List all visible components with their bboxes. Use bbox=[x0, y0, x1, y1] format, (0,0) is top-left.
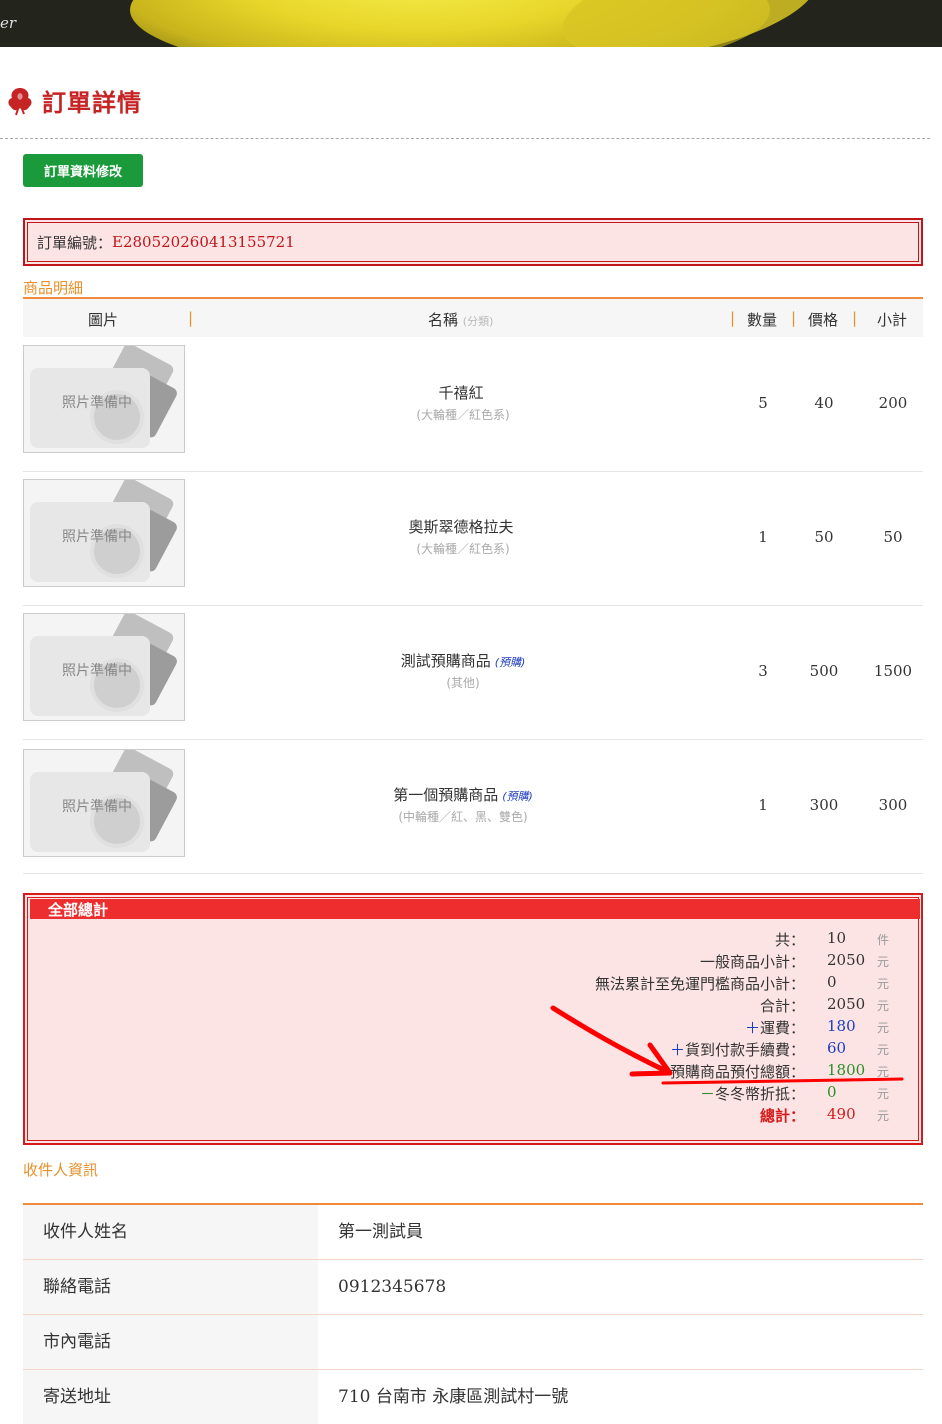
col-separator: | bbox=[188, 309, 194, 327]
totals-box: 全部總計 共： 10 件 一般商品小計： 2050 元 無法累計至免運門檻商品小計： 0 元… bbox=[23, 893, 923, 1145]
col-separator: | bbox=[791, 309, 797, 327]
total-line-general-subtotal: 一般商品小計： 2050 元 bbox=[699, 951, 890, 971]
products-section-label: 商品明細 bbox=[23, 279, 84, 297]
product-row: 照片準備中 奧斯翠德格拉夫 (大輪種／紅色系) 1 50 50 bbox=[23, 471, 923, 606]
product-category: (中輪種／紅、黑、雙色) bbox=[398, 810, 528, 824]
order-number: E280520260413155721 bbox=[112, 233, 295, 251]
product-category: (大輪種／紅色系) bbox=[416, 408, 510, 422]
recipient-section-label: 收件人資訊 bbox=[23, 1161, 99, 1179]
col-subtotal: 小計 bbox=[877, 311, 908, 329]
banner-text: er bbox=[0, 14, 17, 32]
product-name[interactable]: 第一個預購商品 (預購) bbox=[263, 784, 663, 805]
product-price: 300 bbox=[809, 796, 839, 814]
product-name[interactable]: 測試預購商品 (預購) bbox=[263, 650, 663, 671]
total-line-coin-discount: －冬冬幣折抵： 0 元 bbox=[699, 1083, 890, 1103]
product-row: 照片準備中 千禧紅 (大輪種／紅色系) 5 40 200 bbox=[23, 337, 923, 472]
product-image-placeholder[interactable]: 照片準備中 bbox=[23, 479, 185, 587]
product-image-placeholder[interactable]: 照片準備中 bbox=[23, 749, 185, 857]
product-row: 照片準備中 第一個預購商品 (預購) (中輪種／紅、黑、雙色) 1 300 300 bbox=[23, 739, 923, 874]
recipient-row-landline: 市內電話 bbox=[23, 1315, 923, 1370]
rose-icon bbox=[8, 88, 32, 116]
total-line-shipping: ＋運費： 180 元 bbox=[744, 1017, 890, 1037]
edit-order-button[interactable]: 訂單資料修改 bbox=[23, 154, 143, 187]
product-qty: 5 bbox=[758, 394, 768, 412]
total-line-count: 共： 10 件 bbox=[774, 929, 890, 949]
col-image: 圖片 bbox=[88, 311, 119, 329]
total-line-grand-total: 總計： 490 元 bbox=[759, 1105, 890, 1125]
product-row: 照片準備中 測試預購商品 (預購) (其他) 3 500 1500 bbox=[23, 605, 923, 740]
page-title-row: 訂單詳情 bbox=[4, 82, 142, 118]
product-category: (其他) bbox=[446, 676, 480, 690]
page-title: 訂單詳情 bbox=[42, 88, 142, 117]
product-subtotal: 50 bbox=[883, 528, 903, 546]
col-separator: | bbox=[852, 309, 858, 327]
product-name[interactable]: 千禧紅 bbox=[263, 382, 663, 403]
product-qty: 3 bbox=[758, 662, 768, 680]
product-price: 40 bbox=[814, 394, 834, 412]
product-qty: 1 bbox=[758, 796, 768, 814]
recipient-row-name: 收件人姓名 第一測試員 bbox=[23, 1205, 923, 1260]
order-number-box: 訂單編號： E280520260413155721 bbox=[23, 218, 923, 266]
product-price: 500 bbox=[809, 662, 839, 680]
total-line-sum: 合計： 2050 元 bbox=[759, 995, 890, 1015]
total-line-no-free-shipping-subtotal: 無法累計至免運門檻商品小計： 0 元 bbox=[594, 973, 890, 993]
total-line-cod-fee: ＋貨到付款手續費： 60 元 bbox=[669, 1039, 890, 1059]
col-price: 價格 bbox=[808, 311, 839, 329]
product-qty: 1 bbox=[758, 528, 768, 546]
products-table-header: 圖片 | 名稱 (分類) | 數量 | 價格 | 小計 bbox=[23, 297, 923, 337]
recipient-row-address: 寄送地址 710 台南市 永康區測試村一號 bbox=[23, 1370, 923, 1424]
product-name[interactable]: 奧斯翠德格拉夫 bbox=[263, 516, 663, 537]
order-number-label: 訂單編號： bbox=[37, 233, 113, 252]
header-banner: er bbox=[0, 0, 942, 47]
preorder-tag: (預購) bbox=[502, 790, 533, 803]
flower-petal bbox=[553, 0, 827, 47]
title-divider bbox=[0, 138, 930, 139]
product-subtotal: 200 bbox=[878, 394, 908, 412]
product-price: 50 bbox=[814, 528, 834, 546]
product-subtotal: 300 bbox=[878, 796, 908, 814]
product-category: (大輪種／紅色系) bbox=[416, 542, 510, 556]
totals-header: 全部總計 bbox=[30, 899, 920, 919]
col-separator: | bbox=[730, 309, 736, 327]
total-line-preorder-prepaid: －預購商品預付總額： 1800 元 bbox=[654, 1061, 890, 1081]
col-name: 名稱 (分類) bbox=[428, 311, 494, 329]
recipient-table: 收件人姓名 第一測試員 聯絡電話 0912345678 市內電話 寄送地址 71… bbox=[23, 1203, 923, 1424]
col-qty: 數量 bbox=[747, 311, 778, 329]
preorder-tag: (預購) bbox=[494, 656, 526, 669]
product-image-placeholder[interactable]: 照片準備中 bbox=[23, 613, 185, 721]
recipient-row-phone: 聯絡電話 0912345678 bbox=[23, 1260, 923, 1315]
product-image-placeholder[interactable]: 照片準備中 bbox=[23, 345, 185, 453]
product-subtotal: 1500 bbox=[873, 662, 913, 680]
